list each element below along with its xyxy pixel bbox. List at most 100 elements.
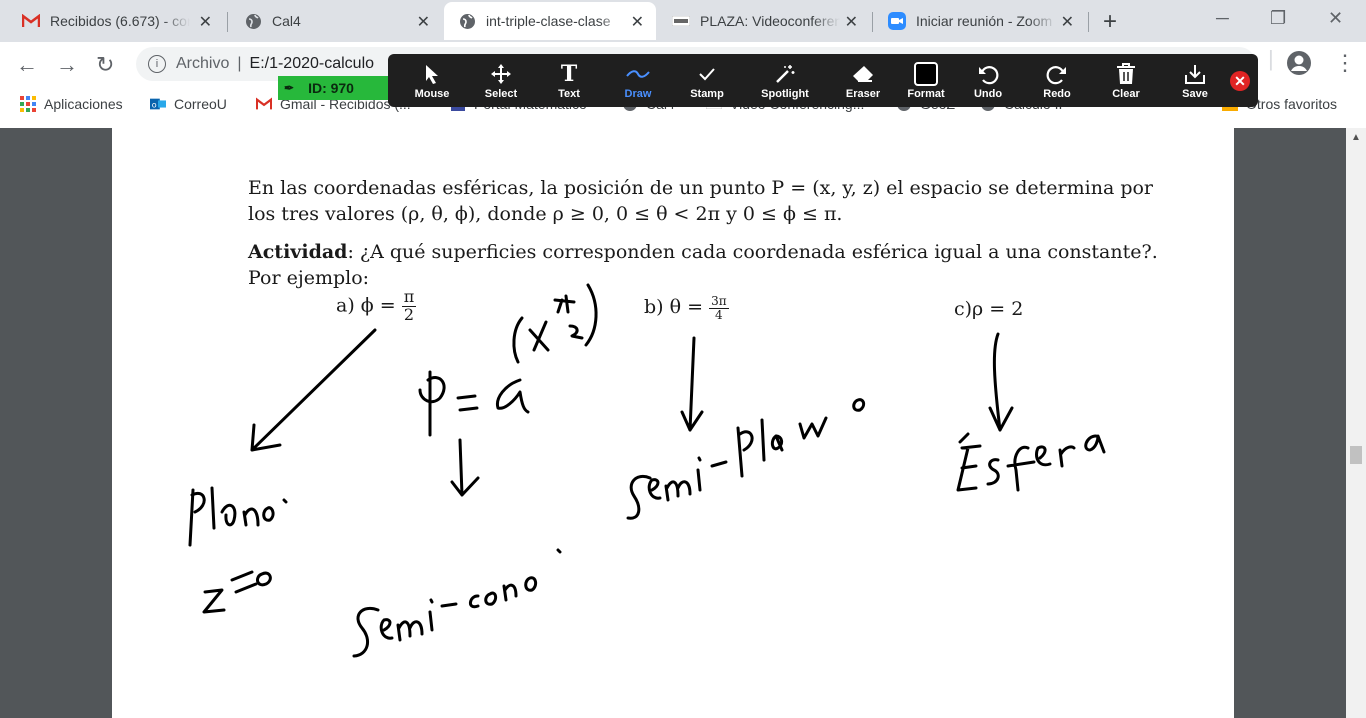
tab-divider — [1088, 12, 1089, 32]
trash-icon — [1094, 60, 1158, 88]
plaza-icon — [672, 12, 690, 30]
meeting-id-text: ID: 970 — [308, 80, 354, 96]
tab-cal4[interactable]: Cal4 ✕ — [230, 2, 442, 40]
activity-bold: Actividad — [248, 241, 348, 263]
annotate-format-button[interactable]: Format — [894, 60, 958, 100]
item-b-fraction: 3π 4 — [709, 295, 729, 321]
doc-line-2: los tres valores (ρ, θ, ϕ), donde ρ ≥ 0,… — [248, 203, 843, 225]
pdf-page: En las coordenadas esféricas, la posició… — [112, 128, 1234, 718]
doc-line-1: En las coordenadas esféricas, la posició… — [248, 177, 1154, 199]
tab-zoom[interactable]: Iniciar reunión - Zoom ✕ — [874, 2, 1086, 40]
annotate-label: Clear — [1112, 88, 1140, 100]
annotate-label: Undo — [973, 88, 1003, 100]
annotate-label: Stamp — [690, 88, 724, 100]
back-icon[interactable]: ← — [16, 52, 38, 78]
globe-icon — [458, 12, 476, 30]
doc-activity: Actividad: ¿A qué superficies correspond… — [248, 241, 1158, 263]
reload-icon[interactable]: ↻ — [96, 52, 114, 78]
maximize-icon[interactable]: ❐ — [1270, 8, 1286, 29]
tab-title: int-triple-clase-clase — [486, 13, 611, 29]
cursor-icon — [400, 60, 464, 88]
item-c: c)ρ = 2 — [954, 298, 1024, 320]
bookmark-label: CorreoU — [174, 96, 227, 112]
profile-icon[interactable] — [1286, 50, 1312, 82]
toolbar-divider: | — [1268, 46, 1274, 71]
svg-text:o: o — [152, 101, 157, 110]
text-icon: T — [560, 61, 578, 87]
annotate-draw-button[interactable]: Draw — [606, 60, 670, 100]
bookmark-label: Otros favoritos — [1246, 96, 1338, 112]
annotate-label: Redo — [1043, 88, 1071, 100]
address-url[interactable]: E:/1-2020-calculo — [250, 55, 375, 73]
tab-gmail[interactable]: Recibidos (6.673) - correo ✕ — [8, 2, 224, 40]
tab-title: Cal4 — [272, 13, 301, 29]
annotate-clear-button[interactable]: Clear — [1094, 60, 1158, 100]
gmail-icon — [22, 12, 40, 30]
close-tab-icon[interactable]: ✕ — [199, 12, 212, 32]
item-a-prefix: a) ϕ = — [336, 294, 396, 317]
tab-divider — [227, 12, 228, 32]
doc-example: Por ejemplo: — [248, 267, 370, 289]
item-a-den: 2 — [403, 304, 415, 324]
annotate-label: Format — [907, 88, 945, 100]
undo-icon — [956, 60, 1020, 88]
zoom-meeting-id-badge[interactable]: ✒ ID: 970 — [278, 76, 390, 100]
close-tab-icon[interactable]: ✕ — [1061, 12, 1074, 32]
annotate-label: Mouse — [414, 88, 450, 100]
close-tab-icon[interactable]: ✕ — [845, 12, 858, 32]
annotate-label: Spotlight — [761, 88, 809, 100]
close-window-icon[interactable]: ✕ — [1328, 8, 1343, 29]
tab-plaza[interactable]: PLAZA: Videoconferencing ✕ — [658, 2, 870, 40]
scroll-up-icon[interactable]: ▲ — [1351, 132, 1361, 143]
info-icon[interactable]: i — [148, 55, 166, 73]
item-b: b) θ = 3π 4 — [644, 295, 729, 321]
tab-int-triple[interactable]: int-triple-clase-clase ✕ — [444, 2, 656, 40]
tab-title: Iniciar reunión - Zoom — [916, 13, 1053, 29]
tab-title: Recibidos (6.673) - correo — [50, 13, 190, 29]
item-b-prefix: b) θ = — [644, 296, 704, 319]
close-tab-icon[interactable]: ✕ — [417, 12, 430, 32]
apps-grid-icon — [20, 96, 36, 112]
forward-icon[interactable]: → — [56, 52, 78, 78]
minimize-icon[interactable]: ─ — [1216, 8, 1229, 29]
close-annotate-icon[interactable]: ✕ — [1230, 71, 1250, 91]
save-icon — [1163, 60, 1227, 88]
bookmark-label: Aplicaciones — [44, 96, 123, 112]
tab-divider — [872, 12, 873, 32]
move-icon — [469, 60, 533, 88]
annotate-redo-button[interactable]: Redo — [1025, 60, 1089, 100]
tab-title: PLAZA: Videoconferencing — [700, 13, 840, 29]
globe-icon — [244, 12, 262, 30]
annotate-undo-button[interactable]: Undo — [956, 60, 1020, 100]
outlook-icon: o — [150, 96, 166, 112]
bookmark-correou[interactable]: o CorreoU — [150, 96, 227, 112]
item-b-num: 3π — [709, 294, 729, 309]
zoom-annotate-toolbar: Mouse Select T Text Draw Stamp Spotlight… — [388, 54, 1258, 107]
file-scheme-label: Archivo — [176, 55, 230, 72]
annotate-eraser-button[interactable]: Eraser — [831, 60, 895, 100]
vertical-scrollbar[interactable]: ▲ — [1346, 128, 1366, 718]
color-square-icon — [894, 60, 958, 88]
gmail-icon — [256, 96, 272, 112]
annotate-label: Select — [484, 88, 518, 100]
annotate-label: Text — [558, 88, 580, 100]
item-a: a) ϕ = π2 — [336, 288, 417, 324]
address-separator: | — [237, 55, 242, 72]
close-tab-icon[interactable]: ✕ — [631, 12, 644, 32]
check-icon — [675, 60, 739, 88]
annotate-label: Eraser — [845, 88, 881, 100]
annotate-stamp-button[interactable]: Stamp — [675, 60, 739, 100]
annotate-text-button[interactable]: T Text — [537, 60, 601, 100]
eraser-icon — [831, 60, 895, 88]
annotate-save-button[interactable]: Save — [1163, 60, 1227, 100]
menu-icon[interactable]: ⋮ — [1334, 50, 1356, 76]
new-tab-icon[interactable]: + — [1103, 8, 1117, 36]
annotate-mouse-button[interactable]: Mouse — [400, 60, 464, 100]
scroll-thumb[interactable] — [1350, 446, 1362, 464]
activity-text: : ¿A qué superficies corresponden cada c… — [347, 241, 1158, 263]
bookmark-apps[interactable]: Aplicaciones — [20, 96, 123, 112]
wand-icon — [753, 60, 817, 88]
item-a-fraction: π2 — [401, 288, 417, 324]
annotate-select-button[interactable]: Select — [469, 60, 533, 100]
annotate-spotlight-button[interactable]: Spotlight — [753, 60, 817, 100]
